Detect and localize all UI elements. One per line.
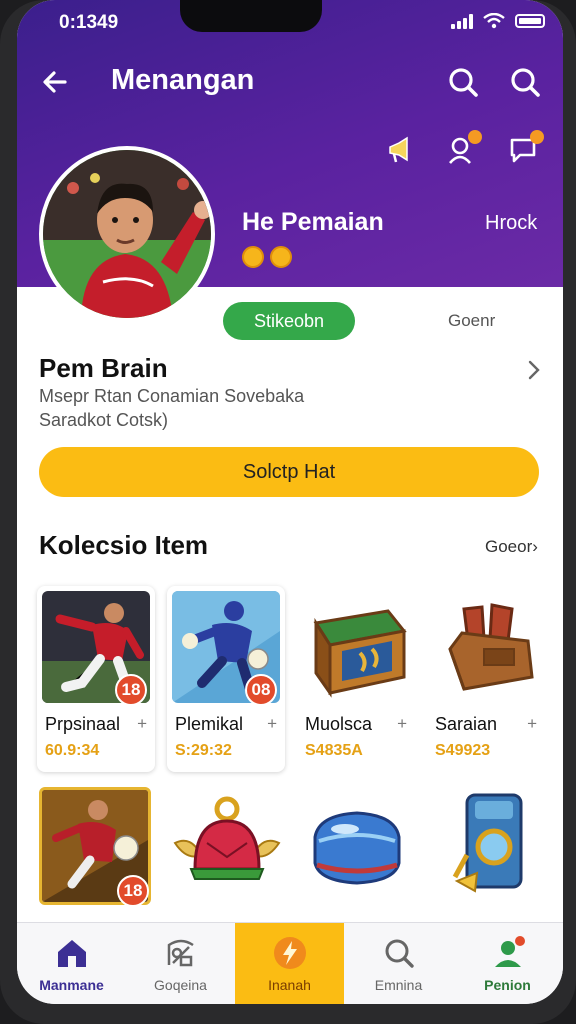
- wifi-icon: [483, 13, 505, 29]
- leather-bag-image: [448, 603, 534, 691]
- item-price: S49923: [435, 742, 491, 759]
- camera-notch: [180, 0, 322, 32]
- item-name: Prpsinaal: [45, 714, 121, 734]
- strategy-board-icon: [167, 939, 194, 967]
- see-more-label: Goeor: [485, 537, 533, 556]
- tab-play[interactable]: Inanah: [235, 923, 344, 1004]
- level-badge: 18: [117, 875, 149, 907]
- tab-label: Emnina: [374, 977, 423, 993]
- item-image: [432, 591, 540, 703]
- item-card[interactable]: 18: [37, 785, 155, 920]
- page-title: Menangan: [111, 64, 255, 96]
- status-time: 0:1349: [59, 12, 119, 33]
- profile-icon: [495, 936, 525, 967]
- item-card[interactable]: Muolsca + S4835A: [297, 586, 415, 772]
- search-icon[interactable]: [509, 66, 541, 98]
- gender-label: Goenr: [448, 311, 496, 330]
- item-price: S:29:32: [175, 742, 232, 759]
- tab-gear[interactable]: Goqeina: [126, 923, 235, 1004]
- see-more-link[interactable]: Goeor›: [485, 537, 538, 557]
- add-icon[interactable]: +: [397, 714, 407, 734]
- megaphone-button[interactable]: [385, 134, 417, 166]
- backpack-device-image: [452, 793, 523, 893]
- home-icon: [58, 940, 86, 967]
- profile-description-sub: Saradkot Cotsk): [39, 410, 169, 430]
- add-icon[interactable]: +: [267, 714, 277, 734]
- treasure-chest-image: [313, 609, 407, 698]
- chat-button[interactable]: [508, 130, 544, 166]
- tab-home[interactable]: Manmane: [17, 923, 126, 1004]
- coin-icon: [242, 246, 264, 268]
- add-icon[interactable]: +: [137, 714, 147, 734]
- level-badge: 18: [115, 674, 147, 706]
- rank-label[interactable]: Hrock: [485, 212, 537, 235]
- level-badge: 08: [245, 674, 277, 706]
- section-title: Kolecsio Item: [39, 530, 209, 560]
- player-name: He Pemaian: [242, 208, 384, 236]
- player-photo: [43, 150, 211, 318]
- phone-frame: 0:1349 Menangan He Pemaian Hrock Stikeob…: [0, 0, 576, 1024]
- item-image: [302, 591, 410, 703]
- avatar[interactable]: [39, 146, 215, 322]
- gem-capsule-image: [313, 811, 401, 885]
- tab-label: Manmane: [39, 977, 104, 993]
- item-price: S4835A: [305, 742, 363, 759]
- item-card[interactable]: [167, 785, 285, 920]
- coin-icon: [270, 246, 292, 268]
- megaphone-icon: [389, 136, 408, 163]
- profile-name: Pem Brain: [39, 353, 168, 383]
- tab-search[interactable]: Emnina: [344, 923, 453, 1004]
- coin-row: [242, 246, 292, 268]
- profile-description: Msepr Rtan Conamian Sovebaka: [39, 386, 305, 406]
- item-name: Saraian: [435, 714, 498, 734]
- item-card[interactable]: 08 Plemikal + S:29:32: [167, 586, 285, 772]
- chevron-right-icon: ›: [532, 537, 538, 556]
- notification-dot: [530, 130, 544, 144]
- notification-dot: [468, 130, 482, 144]
- tab-label: Goqeina: [154, 977, 207, 993]
- item-name: Plemikal: [175, 714, 244, 734]
- back-arrow-icon[interactable]: [39, 66, 71, 98]
- screen: 0:1349 Menangan He Pemaian Hrock Stikeob…: [17, 0, 563, 1004]
- bottom-tab-bar: Manmane Goqeina Inanah Emnina Penion: [17, 922, 563, 1004]
- primary-action-button[interactable]: Solctp Hat: [39, 447, 539, 497]
- tab-label: Penion: [484, 977, 531, 993]
- lightning-badge-icon: [274, 937, 306, 969]
- status-badge[interactable]: Stikeobn: [223, 302, 355, 340]
- search-icon[interactable]: [447, 66, 479, 98]
- status-icons: [451, 13, 545, 29]
- friend-alert-button[interactable]: [446, 130, 482, 166]
- signal-icon: [451, 13, 473, 29]
- tab-profile[interactable]: Penion: [453, 923, 562, 1004]
- add-icon[interactable]: +: [527, 714, 537, 734]
- battery-icon: [515, 14, 545, 28]
- item-name: Muolsca: [305, 714, 373, 734]
- search-icon: [385, 939, 414, 968]
- item-card[interactable]: Saraian + S49923: [427, 586, 545, 772]
- item-card[interactable]: [427, 785, 545, 920]
- tab-label: Inanah: [268, 977, 311, 993]
- item-card[interactable]: 18 Prpsinaal + 60.9:34: [37, 586, 155, 772]
- item-card[interactable]: [297, 785, 415, 920]
- chevron-right-icon[interactable]: [523, 358, 545, 382]
- item-price: 60.9:34: [45, 742, 100, 759]
- winged-helmet-image: [173, 796, 281, 880]
